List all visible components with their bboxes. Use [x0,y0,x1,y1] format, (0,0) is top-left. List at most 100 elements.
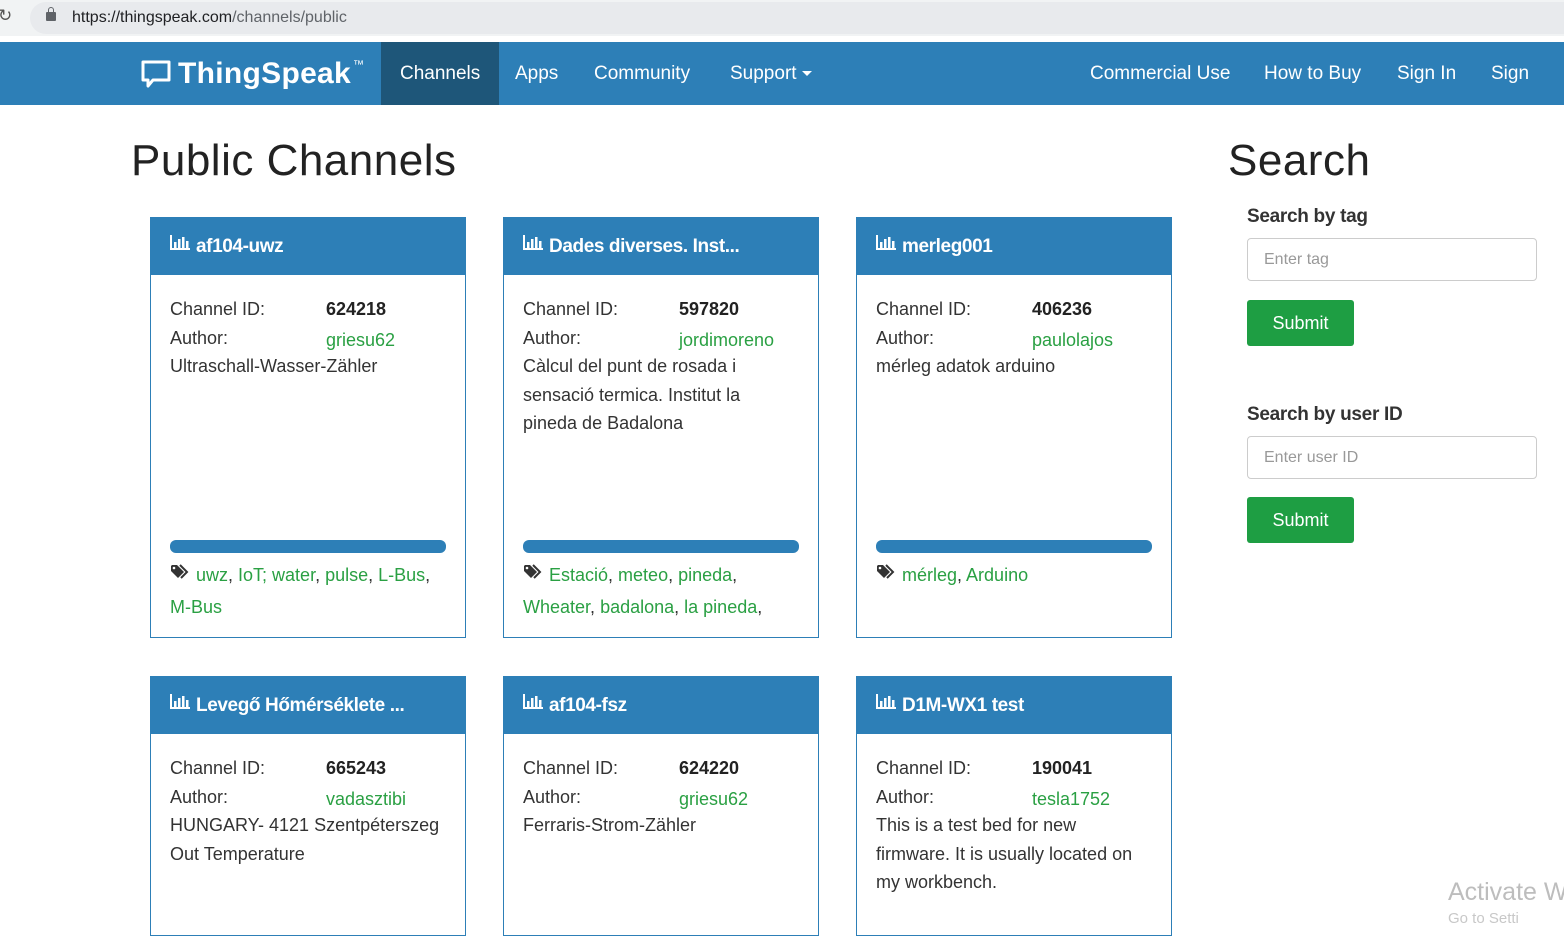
tag-link[interactable]: Wheater [523,597,590,617]
channel-card-body: Channel ID: 624220 Author: griesu62 Ferraris… [504,734,818,840]
browser-address-bar: ↻ https://thingspeak.com/channels/public [0,0,1564,36]
nav-how-to-buy[interactable]: How to Buy [1245,42,1380,105]
author-label: Author: [876,786,935,807]
channel-description: Ferraris-Strom-Zähler [523,815,697,835]
tag-link[interactable]: meteo [618,565,668,585]
tag-link[interactable]: Arduino [966,565,1028,585]
author-link[interactable]: jordimoreno [679,326,774,355]
channel-id-value: 597820 [679,299,740,319]
channel-card-body: Channel ID: 406236 Author: paulolajos mérleg… [857,275,1171,381]
channel-id-row: Channel ID: 190041 [876,754,1152,783]
author-link[interactable]: vadasztibi [326,785,406,814]
tag-search-input[interactable] [1247,238,1537,281]
channel-card-body: Channel ID: 190041 Author: tesla1752 This is… [857,734,1171,897]
channel-progress-bar [523,540,799,553]
nav-commercial-use[interactable]: Commercial Use [1071,42,1249,105]
channel-id-value: 665243 [326,758,387,778]
tag-link[interactable]: uwz [196,565,228,585]
author-link[interactable]: griesu62 [326,326,395,355]
channel-card-body: Channel ID: 597820 Author: jordimoreno Càlcu… [504,275,818,438]
tag-separator: , [608,565,619,585]
channel-id-row: Channel ID: 406236 [876,295,1152,324]
tags-icon [170,559,192,590]
page-title: Public Channels [131,136,457,185]
channel-title-link[interactable]: af104-fsz [504,677,818,734]
windows-activation-watermark: Activate W [1448,878,1564,906]
nav-channels[interactable]: Channels [381,42,500,105]
author-link[interactable]: tesla1752 [1032,785,1110,814]
channel-id-row: Channel ID: 665243 [170,754,446,783]
author-row: Author: jordimoreno [523,324,799,353]
tag-separator: , [315,565,326,585]
channel-title-link[interactable]: D1M-WX1 test [857,677,1171,734]
author-link[interactable]: paulolajos [1032,326,1113,355]
author-row: Author: paulolajos [876,324,1152,353]
channel-id-label: Channel ID: [170,758,266,778]
tag-separator: , [590,596,601,617]
tag-link[interactable]: M-Bus [170,597,222,617]
windows-activation-watermark-sub: Go to Setti [1448,910,1519,927]
channel-title-link[interactable]: Levegő Hőmérséklete ... [151,677,465,734]
tag-link[interactable]: IoT; water [238,565,315,585]
tag-link[interactable]: pineda [678,565,732,585]
channel-progress-bar [170,540,446,553]
tag-link[interactable]: Estació [549,565,608,585]
channel-title-link[interactable]: merleg001 [857,218,1171,275]
channel-card: D1M-WX1 test Channel ID: 190041 Author: tesl… [856,676,1172,936]
author-label: Author: [170,786,229,807]
bar-chart-icon [523,218,544,273]
tag-separator: , [368,565,379,585]
channel-card-body: Channel ID: 665243 Author: vadasztibi HUNGAR… [151,734,465,868]
channel-name: af104-fsz [549,695,627,716]
nav-apps[interactable]: Apps [496,42,577,105]
lock-icon[interactable] [46,7,56,21]
url-host: https://thingspeak.com [72,9,233,26]
url-path: /channels/public [232,9,347,26]
tags-icon [876,559,898,590]
tag-link[interactable]: la pineda [684,597,757,617]
search-by-user-label: Search by user ID [1247,404,1403,425]
channel-card: Levegő Hőmérséklete ... Channel ID: 665243… [150,676,466,936]
tag-separator: , [674,596,685,617]
nav-support[interactable]: Support [711,42,831,105]
tag-separator: , [425,565,431,585]
author-row: Author: tesla1752 [876,783,1152,812]
url-field[interactable]: https://thingspeak.com/channels/public [30,2,1564,34]
author-row: Author: griesu62 [170,324,446,353]
author-label: Author: [876,327,935,348]
channel-id-label: Channel ID: [876,299,972,319]
channel-title-link[interactable]: Dades diverses. Inst... [504,218,818,275]
tag-link[interactable]: mérleg [902,565,957,585]
channel-id-value: 406236 [1032,299,1093,319]
channel-tags: Estació, meteo, pineda, Wheater, badalon… [523,560,803,623]
channel-id-row: Channel ID: 597820 [523,295,799,324]
brand-logo[interactable]: ThingSpeak ™ [140,56,364,92]
channel-id-label: Channel ID: [170,299,266,319]
channel-description: mérleg adatok arduino [876,356,1056,376]
channel-tags: uwz, IoT; water, pulse, L-Bus, M-Bus [170,560,450,623]
bar-chart-icon [876,677,897,732]
tag-link[interactable]: badalona [600,597,674,617]
main-navbar: ThingSpeak ™ Channels Apps Community Supp… [0,42,1564,147]
channel-id-value: 190041 [1032,758,1093,778]
channel-id-value: 624218 [326,299,387,319]
nav-sign-in[interactable]: Sign In [1378,42,1475,105]
user-id-search-input[interactable] [1247,436,1537,479]
nav-sign-up[interactable]: Sign Up [1472,42,1564,147]
channel-id-label: Channel ID: [523,299,619,319]
reload-icon[interactable]: ↻ [0,6,12,26]
tag-separator: , [732,565,738,585]
channel-id-row: Channel ID: 624220 [523,754,799,783]
channel-card-body: Channel ID: 624218 Author: griesu62 Ultrasch… [151,275,465,381]
tag-link[interactable]: L-Bus [378,565,425,585]
user-submit-button[interactable]: Submit [1247,497,1354,543]
tag-submit-button[interactable]: Submit [1247,300,1354,346]
nav-community[interactable]: Community [575,42,709,105]
author-link[interactable]: griesu62 [679,785,748,814]
channel-tags: mérleg, Arduino [876,560,1156,592]
search-by-tag-label: Search by tag [1247,206,1368,227]
author-label: Author: [523,786,582,807]
channel-progress-bar [876,540,1152,553]
tag-link[interactable]: pulse [325,565,368,585]
channel-title-link[interactable]: af104-uwz [151,218,465,275]
